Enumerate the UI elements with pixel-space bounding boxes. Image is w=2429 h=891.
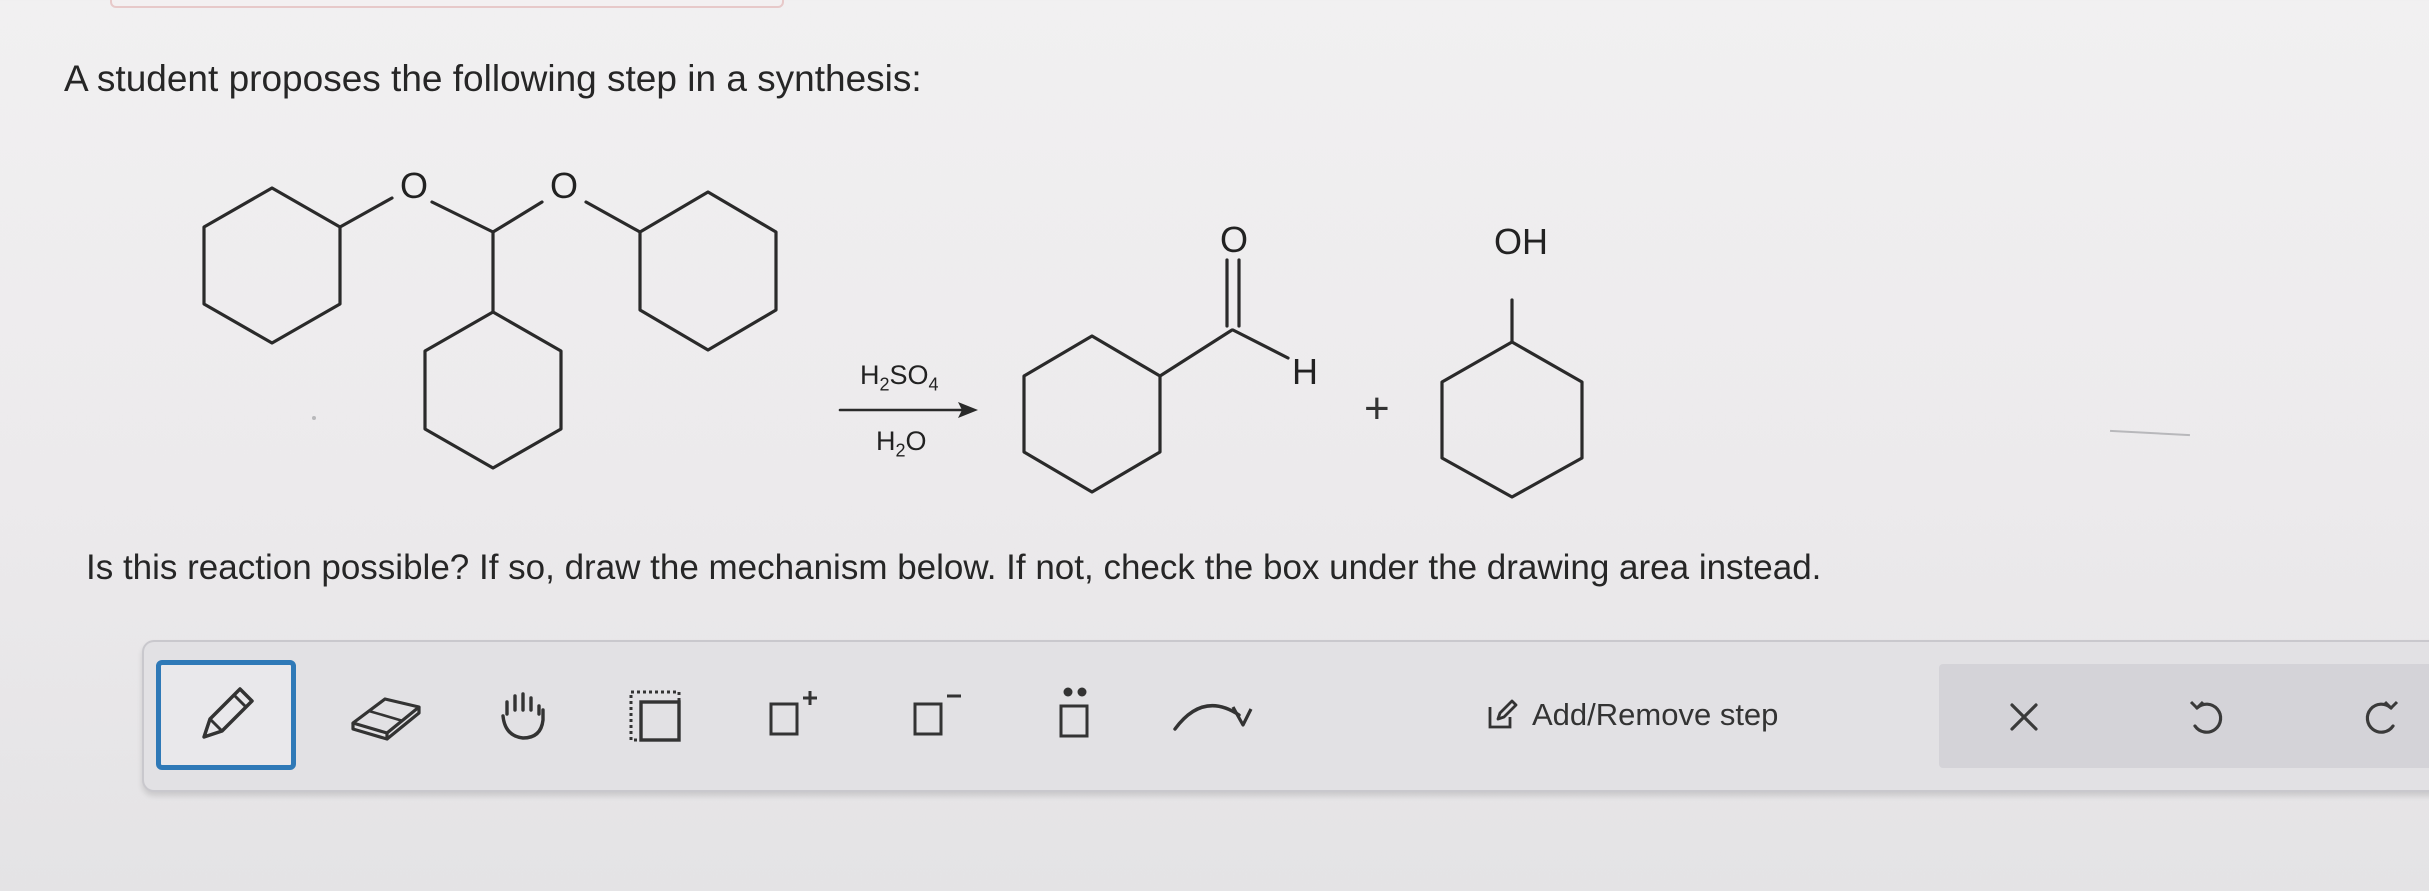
positive-charge-button[interactable] <box>744 660 844 770</box>
box-dots-icon <box>1059 687 1089 738</box>
redo-icon <box>2365 700 2399 734</box>
bond-o1-ch <box>430 200 495 234</box>
bond-ring-cho <box>1158 328 1234 378</box>
alcohol-cyclohexane-ring <box>1440 340 1584 499</box>
clear-button[interactable] <box>1989 682 2059 752</box>
aldehyde-hydrogen: H <box>1292 351 1318 392</box>
edit-icon <box>1488 699 1518 729</box>
pencil-tool-button[interactable] <box>156 660 296 770</box>
redo-button[interactable] <box>2347 682 2417 752</box>
question-text: Is this reaction possible? If so, draw t… <box>86 548 1822 587</box>
select-tool-button[interactable] <box>606 660 706 770</box>
curved-arrow-icon <box>1173 704 1253 731</box>
dotted-select-icon <box>629 690 681 742</box>
right-cyclohexane-ring <box>638 190 778 352</box>
bond-c-o1 <box>338 196 394 229</box>
eraser-icon <box>351 697 421 741</box>
reactant-oxygen-2: O <box>550 165 579 206</box>
left-cyclohexane-ring <box>202 186 342 345</box>
hand-tool-button[interactable] <box>474 660 574 770</box>
box-plus-icon <box>769 691 817 736</box>
undo-icon <box>2189 700 2223 734</box>
pencil-icon <box>202 687 254 739</box>
condition-below: H2O <box>876 426 927 461</box>
bottom-cyclohexane-ring <box>423 310 563 470</box>
add-remove-step-label: Add/Remove step <box>1532 697 1779 732</box>
aldehyde-oxygen: O <box>1220 219 1249 260</box>
bond-ch-o2 <box>491 200 544 234</box>
close-icon <box>2010 703 2038 731</box>
lone-pair-button[interactable] <box>1024 660 1124 770</box>
hand-icon <box>501 692 545 740</box>
curved-arrow-button[interactable] <box>1160 660 1270 770</box>
toolbar-right-panel <box>1939 664 2429 768</box>
negative-charge-button[interactable] <box>888 660 988 770</box>
undo-button[interactable] <box>2171 682 2241 752</box>
eraser-tool-button[interactable] <box>330 660 440 770</box>
alcohol-oh: OH <box>1494 221 1548 262</box>
aldehyde-cyclohexane-ring <box>1022 334 1162 494</box>
bond-o2-c <box>584 200 642 234</box>
plus-sign: + <box>1364 384 1390 433</box>
stray-mark <box>312 416 316 420</box>
bond-c-h <box>1231 328 1290 360</box>
add-remove-step-button[interactable]: Add/Remove step <box>1484 690 1778 740</box>
box-minus-icon <box>913 694 961 736</box>
drawing-toolbar: Add/Remove step <box>142 640 2429 792</box>
reactant-oxygen-1: O <box>400 165 429 206</box>
condition-above: H2SO4 <box>860 360 939 395</box>
